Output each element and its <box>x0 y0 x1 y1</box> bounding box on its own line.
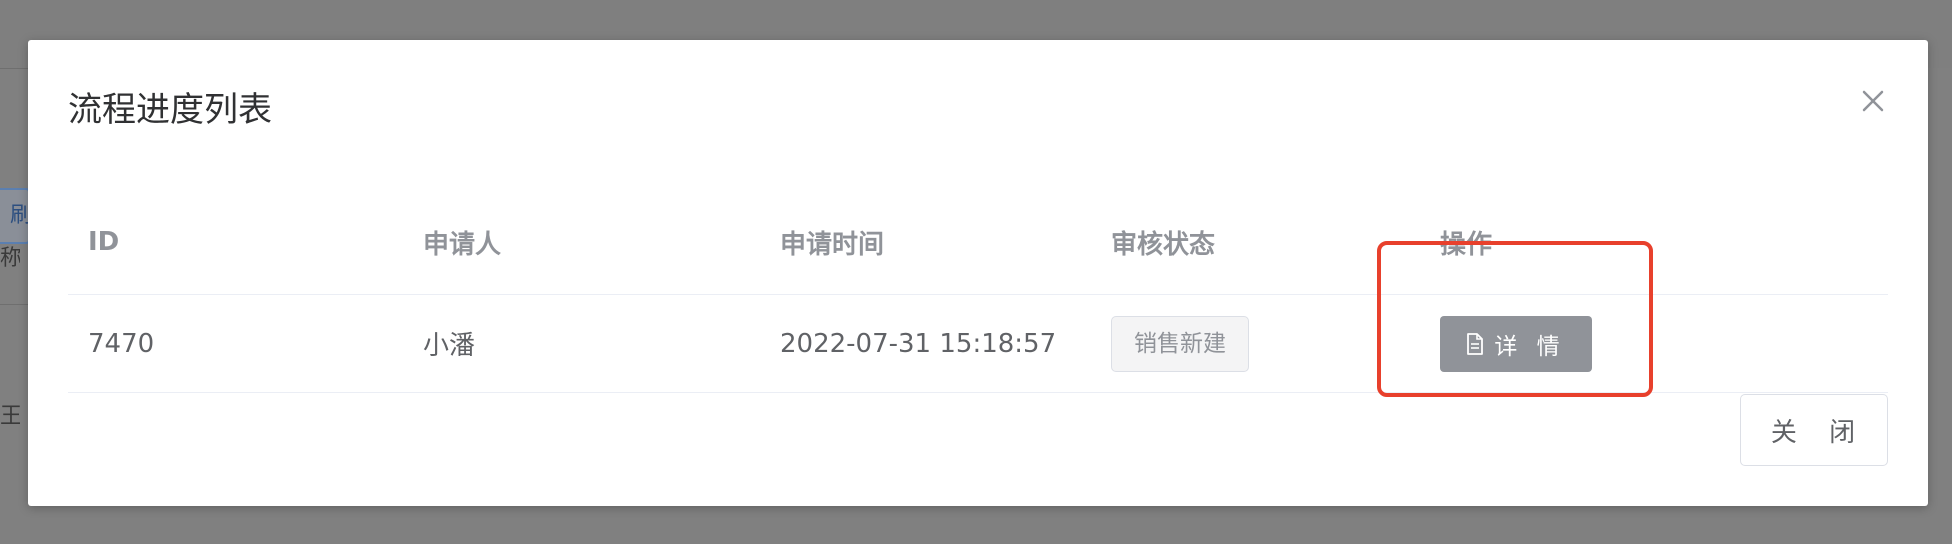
document-icon <box>1467 332 1484 355</box>
cell-apply-time: 2022-07-31 15:18:57 <box>780 328 1057 359</box>
cell-actions: 详 情 <box>1440 295 1592 392</box>
close-icon[interactable] <box>1858 86 1888 116</box>
cell-status: 销售新建 <box>1111 295 1249 392</box>
cell-id: 7470 <box>88 328 155 359</box>
table-row: 7470 小潘 2022-07-31 15:18:57 销售新建 详 情 <box>68 295 1888 393</box>
detail-button[interactable]: 详 情 <box>1440 315 1592 372</box>
close-button[interactable]: 关 闭 <box>1740 394 1888 466</box>
table-header-row: ID 申请人 申请时间 审核状态 操作 <box>68 190 1888 295</box>
background-refresh-button: 刷 <box>0 188 30 244</box>
detail-button-label: 详 情 <box>1494 333 1566 360</box>
header-actions: 操作 <box>1440 229 1493 260</box>
header-status: 审核状态 <box>1111 229 1216 260</box>
background-label: 称 <box>0 246 20 271</box>
dialog-title: 流程进度列表 <box>68 90 272 130</box>
status-tag: 销售新建 <box>1111 315 1249 372</box>
background-divider <box>0 68 30 69</box>
header-id: ID <box>88 227 120 257</box>
header-apply-time: 申请时间 <box>780 229 885 260</box>
process-progress-dialog: 流程进度列表 ID 申请人 申请时间 审核状态 操作 7470 小潘 2022-… <box>28 40 1928 506</box>
background-divider <box>0 304 30 305</box>
background-label: 王 <box>0 404 20 429</box>
cell-applicant: 小潘 <box>423 331 476 361</box>
progress-table: ID 申请人 申请时间 审核状态 操作 7470 小潘 2022-07-31 1… <box>68 190 1888 393</box>
header-applicant: 申请人 <box>423 229 502 260</box>
